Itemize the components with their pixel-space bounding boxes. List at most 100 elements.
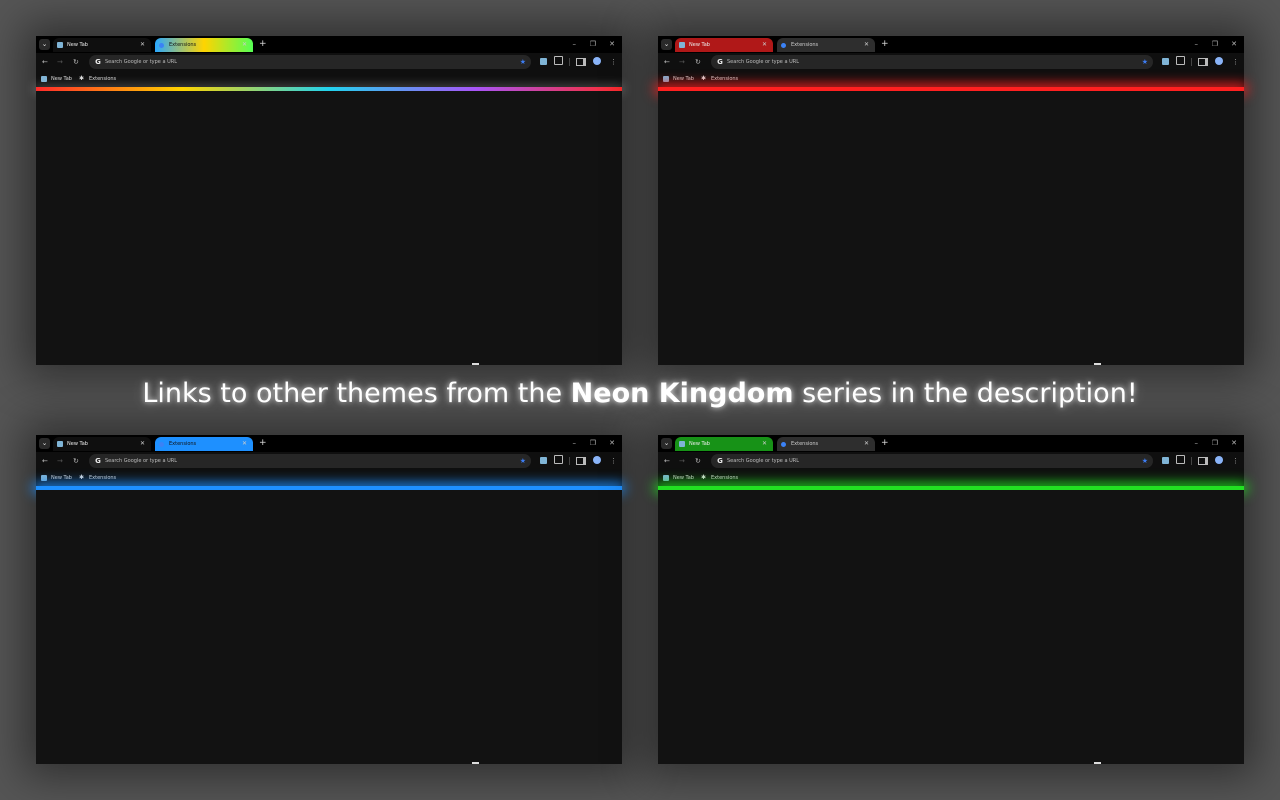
- kebab-menu-icon[interactable]: ⋮: [610, 53, 617, 71]
- side-panel-icon[interactable]: [1198, 457, 1208, 465]
- window-close-icon[interactable]: ✕: [609, 435, 615, 452]
- omnibox-placeholder: Search Google or type a URL: [727, 458, 800, 464]
- close-icon[interactable]: ✕: [242, 437, 247, 451]
- forward-arrow-icon[interactable]: →: [679, 452, 685, 470]
- close-icon[interactable]: ✕: [762, 38, 767, 52]
- tab-new-tab[interactable]: New Tab ✕: [675, 437, 773, 451]
- tab-new-tab[interactable]: New Tab ✕: [53, 437, 151, 451]
- forward-arrow-icon[interactable]: →: [57, 452, 63, 470]
- avatar-icon[interactable]: [593, 57, 601, 65]
- bookmark-extensions[interactable]: Extensions: [711, 71, 738, 87]
- bookmarks-bar: New Tab ✱ Extensions: [36, 470, 622, 486]
- kebab-menu-icon[interactable]: ⋮: [1232, 452, 1239, 470]
- minimize-icon[interactable]: –: [1195, 36, 1199, 53]
- tab-extensions[interactable]: Extensions ✕: [155, 437, 253, 451]
- tab-extensions[interactable]: Extensions ✕: [155, 38, 253, 52]
- close-icon[interactable]: ✕: [140, 437, 145, 451]
- reload-icon[interactable]: ↻: [73, 452, 79, 470]
- bookmark-new-tab[interactable]: New Tab: [673, 470, 694, 486]
- extensions-favicon-icon: [781, 441, 786, 447]
- page-content: [658, 91, 1244, 365]
- tab-extensions[interactable]: Extensions ✕: [777, 38, 875, 52]
- window-close-icon[interactable]: ✕: [1231, 435, 1237, 452]
- plus-icon[interactable]: +: [881, 37, 889, 51]
- bookmark-extensions[interactable]: Extensions: [711, 470, 738, 486]
- puzzle-icon[interactable]: [554, 455, 563, 464]
- browser-window-red: ⌄ New Tab ✕ Extensions ✕ + – ❐ ✕ ← → ↻ G…: [658, 36, 1244, 365]
- avatar-icon[interactable]: [593, 456, 601, 464]
- close-icon[interactable]: ✕: [864, 437, 869, 451]
- close-icon[interactable]: ✕: [864, 38, 869, 52]
- bookmark-new-tab[interactable]: New Tab: [51, 71, 72, 87]
- chevron-down-icon[interactable]: ⌄: [661, 438, 672, 449]
- new-tab-favicon-icon: [679, 441, 685, 447]
- star-icon[interactable]: ★: [1142, 454, 1148, 468]
- bookmark-extensions[interactable]: Extensions: [89, 470, 116, 486]
- kebab-menu-icon[interactable]: ⋮: [610, 452, 617, 470]
- puzzle-icon: ✱: [79, 474, 85, 481]
- minimize-icon[interactable]: –: [1195, 435, 1199, 452]
- extensions-favicon-icon: [159, 441, 164, 447]
- star-icon[interactable]: ★: [520, 454, 526, 468]
- window-close-icon[interactable]: ✕: [1231, 36, 1237, 53]
- tab-label: New Tab: [689, 441, 710, 447]
- omnibox[interactable]: G Search Google or type a URL ★: [89, 454, 531, 468]
- back-arrow-icon[interactable]: ←: [42, 452, 48, 470]
- tab-new-tab[interactable]: New Tab ✕: [675, 38, 773, 52]
- bookmark-new-tab[interactable]: New Tab: [51, 470, 72, 486]
- restore-icon[interactable]: ❐: [590, 435, 596, 452]
- close-icon[interactable]: ✕: [242, 38, 247, 52]
- tab-label: Extensions: [169, 441, 197, 447]
- omnibox[interactable]: G Search Google or type a URL ★: [711, 454, 1153, 468]
- minimize-icon[interactable]: –: [573, 36, 577, 53]
- extension-icon[interactable]: [540, 58, 547, 65]
- kebab-menu-icon[interactable]: ⋮: [1232, 53, 1239, 71]
- tab-new-tab[interactable]: New Tab ✕: [53, 38, 151, 52]
- reload-icon[interactable]: ↻: [695, 53, 701, 71]
- reload-icon[interactable]: ↻: [695, 452, 701, 470]
- google-icon: G: [717, 457, 723, 465]
- bookmark-new-tab[interactable]: New Tab: [673, 71, 694, 87]
- forward-arrow-icon[interactable]: →: [679, 53, 685, 71]
- headline: Links to other themes from the Neon King…: [0, 378, 1280, 409]
- puzzle-icon[interactable]: [1176, 455, 1185, 464]
- forward-arrow-icon[interactable]: →: [57, 53, 63, 71]
- plus-icon[interactable]: +: [259, 436, 267, 450]
- window-close-icon[interactable]: ✕: [609, 36, 615, 53]
- puzzle-icon[interactable]: [1176, 56, 1185, 65]
- avatar-icon[interactable]: [1215, 456, 1223, 464]
- restore-icon[interactable]: ❐: [1212, 36, 1218, 53]
- extension-icon[interactable]: [1162, 457, 1169, 464]
- plus-icon[interactable]: +: [259, 37, 267, 51]
- chevron-down-icon[interactable]: ⌄: [661, 39, 672, 50]
- minimize-icon[interactable]: –: [573, 435, 577, 452]
- chevron-down-icon[interactable]: ⌄: [39, 39, 50, 50]
- close-icon[interactable]: ✕: [140, 38, 145, 52]
- tab-extensions[interactable]: Extensions ✕: [777, 437, 875, 451]
- bookmark-extensions[interactable]: Extensions: [89, 71, 116, 87]
- omnibox[interactable]: G Search Google or type a URL ★: [89, 55, 531, 69]
- chevron-down-icon[interactable]: ⌄: [39, 438, 50, 449]
- reload-icon[interactable]: ↻: [73, 53, 79, 71]
- omnibox-placeholder: Search Google or type a URL: [105, 59, 178, 65]
- extension-icon[interactable]: [540, 457, 547, 464]
- close-icon[interactable]: ✕: [762, 437, 767, 451]
- puzzle-icon[interactable]: [554, 56, 563, 65]
- back-arrow-icon[interactable]: ←: [42, 53, 48, 71]
- back-arrow-icon[interactable]: ←: [664, 452, 670, 470]
- scroll-indicator: [472, 762, 479, 764]
- star-icon[interactable]: ★: [1142, 55, 1148, 69]
- omnibox[interactable]: G Search Google or type a URL ★: [711, 55, 1153, 69]
- side-panel-icon[interactable]: [1198, 58, 1208, 66]
- avatar-icon[interactable]: [1215, 57, 1223, 65]
- side-panel-icon[interactable]: [576, 58, 586, 66]
- tab-label: New Tab: [67, 441, 88, 447]
- plus-icon[interactable]: +: [881, 436, 889, 450]
- star-icon[interactable]: ★: [520, 55, 526, 69]
- back-arrow-icon[interactable]: ←: [664, 53, 670, 71]
- restore-icon[interactable]: ❐: [590, 36, 596, 53]
- extension-icon[interactable]: [1162, 58, 1169, 65]
- side-panel-icon[interactable]: [576, 457, 586, 465]
- restore-icon[interactable]: ❐: [1212, 435, 1218, 452]
- toolbar-divider: [1191, 457, 1192, 465]
